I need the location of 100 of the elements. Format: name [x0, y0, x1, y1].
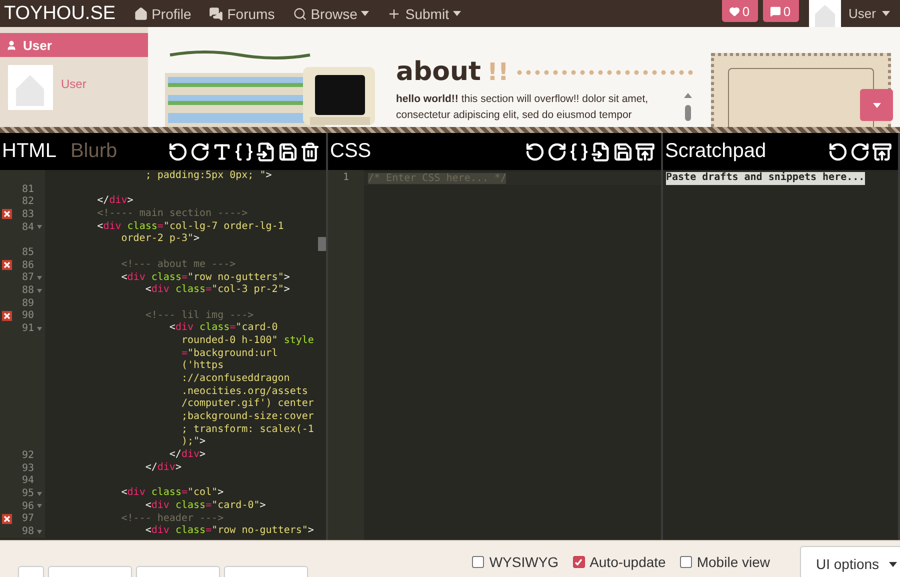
line-number: 91: [20, 323, 34, 334]
restore-button[interactable]: [872, 142, 892, 162]
nav-link[interactable]: Submit: [387, 6, 461, 22]
fold-icon[interactable]: [37, 492, 42, 496]
about-text: consectetur adipiscing elit, sed do eiusmod tempor: [396, 108, 633, 123]
code-line: order-2 p-3">: [120, 233, 200, 246]
code-line: <div class="col">: [120, 487, 224, 500]
line-number: 95: [20, 488, 34, 500]
code-line: /computer.gif') center: [180, 398, 314, 411]
code-line: );">: [180, 436, 206, 449]
code-line: ://aconfuseddragon: [180, 373, 290, 386]
line-number: 94: [20, 475, 34, 486]
caret-icon: [361, 11, 370, 16]
code-line: <div class="card-0: [168, 322, 278, 335]
dropdown-button[interactable]: [860, 89, 893, 121]
checkbox[interactable]: [680, 556, 692, 568]
speech-bubbles-icon: [209, 6, 224, 20]
text-button[interactable]: [212, 142, 232, 162]
checkbox[interactable]: [572, 556, 585, 568]
checkbox-label: WYSIWYG: [489, 554, 559, 570]
line-number: 1: [342, 172, 350, 185]
redo-button[interactable]: [850, 142, 870, 162]
code-line: <div class="col-3 pr-2">: [144, 284, 290, 297]
code-line: <!---- main section ---->: [96, 208, 248, 221]
line-number: 83: [20, 208, 34, 220]
code-line: <div class="card-0">: [144, 500, 266, 513]
code-line: <div class="row no-gutters">: [120, 272, 290, 284]
line-number: 87: [20, 272, 34, 284]
about-heading: about: [396, 57, 481, 87]
code-line: <!--- lil img --->: [144, 310, 254, 322]
fold-icon[interactable]: [37, 530, 42, 534]
line-number: 86: [20, 260, 34, 271]
checkbox-label: Auto-update: [590, 554, 666, 570]
redo-button[interactable]: [190, 142, 210, 162]
scrollbar-thumb[interactable]: [318, 237, 326, 251]
line-number: 97: [20, 513, 34, 524]
fold-icon[interactable]: [37, 276, 42, 280]
notification-button[interactable]: 0: [722, 0, 758, 22]
undo-button[interactable]: [168, 142, 188, 162]
trash-button[interactable]: [300, 142, 320, 162]
undo-button[interactable]: [525, 142, 545, 162]
code-line: <!--- header --->: [120, 512, 224, 525]
code-line: <div class="col-lg-7 order-lg-1: [96, 220, 284, 233]
plus-icon: [387, 6, 402, 20]
line-number: 82: [20, 196, 34, 208]
braces-button[interactable]: [569, 142, 589, 162]
restore-button[interactable]: [635, 142, 655, 162]
checkbox-label: Mobile view: [696, 554, 770, 570]
code-line: </div>: [96, 195, 134, 208]
code-line: </div>: [144, 462, 182, 474]
undo-button[interactable]: [828, 142, 848, 162]
heart-icon: [729, 6, 740, 16]
user-menu[interactable]: User: [848, 6, 890, 21]
file-import-button[interactable]: [256, 142, 276, 162]
search-icon: [292, 6, 307, 20]
caret-icon: [872, 102, 880, 108]
code-line: ; padding:5px 0px; ">: [144, 170, 272, 183]
about-text: hello world!! this section will overflow!! dolor sit amet,: [396, 92, 650, 107]
save-button[interactable]: [613, 142, 633, 162]
code-line: ; transform: scalex(-1: [180, 424, 314, 436]
text-input[interactable]: Paste drafts and snippets here...: [663, 170, 898, 540]
code-line: ;background-size:cover: [180, 411, 314, 424]
editor-tab[interactable]: Scratchpad: [665, 140, 766, 163]
scrollbar[interactable]: [683, 91, 693, 121]
fold-icon[interactable]: [37, 225, 42, 230]
fold-icon[interactable]: [37, 504, 42, 508]
user-icon: [6, 40, 17, 50]
nav-link[interactable]: Profile: [134, 6, 192, 22]
ui-options-button[interactable]: UI options: [800, 546, 900, 577]
line-number: 88: [20, 285, 34, 296]
line-number: 90: [20, 310, 34, 322]
notification-button[interactable]: 0: [762, 0, 799, 22]
file-import-button[interactable]: [591, 142, 611, 162]
nav-link[interactable]: Forums: [209, 6, 275, 22]
editor-tab[interactable]: HTML: [2, 140, 56, 163]
editor-tab[interactable]: CSS: [330, 140, 372, 163]
line-number: 92: [20, 450, 34, 461]
code-line: <!--- about me --->: [120, 258, 236, 272]
house-icon: [134, 6, 148, 20]
site-logo[interactable]: TOYHOU.SE: [4, 2, 116, 24]
line-number: 93: [20, 462, 34, 474]
line-number: 85: [20, 246, 34, 258]
save-button[interactable]: [278, 142, 298, 162]
line-number: 84: [20, 222, 34, 233]
caret-icon: [889, 562, 898, 566]
code-line: ="background:url: [180, 348, 278, 360]
nav-link[interactable]: Browse: [292, 6, 370, 22]
fold-icon[interactable]: [37, 288, 42, 293]
speech-bubble-icon: [770, 6, 782, 16]
redo-button[interactable]: [547, 142, 567, 162]
fold-icon[interactable]: [37, 326, 42, 331]
code-line: rounded-0 h-100" style: [180, 334, 314, 348]
code-line: </div>: [168, 449, 206, 462]
caret-icon: [452, 11, 461, 16]
line-number: 81: [20, 184, 34, 195]
code-line: <div class="row no-gutters">: [144, 525, 314, 538]
caret-icon: [882, 11, 890, 16]
checkbox[interactable]: [472, 556, 484, 568]
sidebar-title: User: [23, 38, 52, 52]
braces-button[interactable]: [234, 142, 254, 162]
